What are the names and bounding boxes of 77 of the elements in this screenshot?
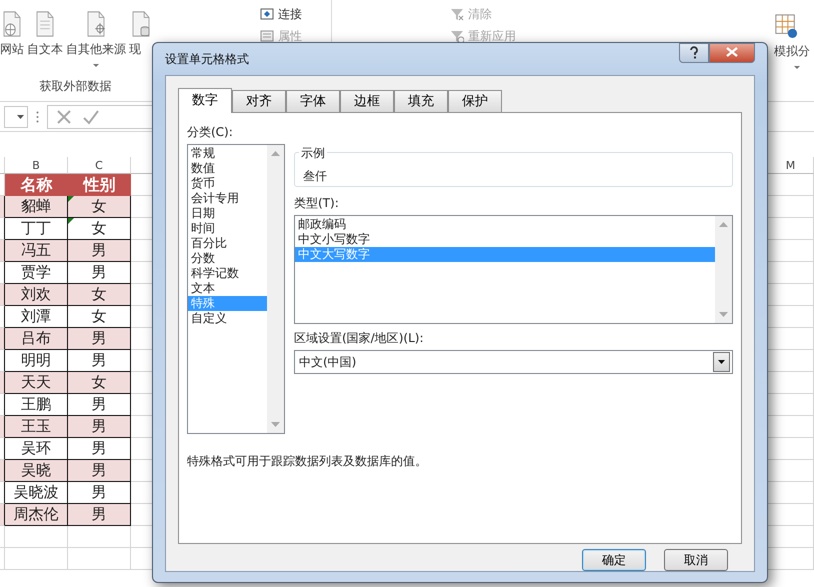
list-item[interactable]: 会计专用 [188, 191, 267, 206]
tab[interactable]: 填充 [394, 90, 448, 112]
dialog-button[interactable]: 确定 [582, 549, 646, 571]
close-button[interactable] [709, 43, 755, 63]
connection-icon [260, 8, 274, 20]
table-cell: 刘欢 [5, 284, 68, 306]
table-cell: 男 [68, 240, 131, 262]
help-button[interactable] [679, 43, 709, 63]
sample-value: 叁仟 [303, 169, 327, 183]
question-icon [689, 46, 699, 59]
table-cell: 周杰伦 [5, 504, 68, 526]
table-cell: 天天 [5, 372, 68, 394]
filter-clear-icon [450, 8, 464, 20]
table-cell: 男 [68, 416, 131, 438]
field-label: 类型(T): [294, 195, 340, 212]
list-item[interactable]: 邮政编码 [295, 217, 715, 232]
grip-icon [36, 110, 39, 122]
table-cell: 王玉 [5, 416, 68, 438]
list-item[interactable]: 货币 [188, 176, 267, 191]
table-cell: 男 [68, 460, 131, 482]
column-header: M [768, 157, 814, 174]
list-item[interactable]: 分数 [188, 251, 267, 266]
table-cell: 女 [68, 372, 131, 394]
table-cell: 男 [68, 328, 131, 350]
properties-icon [260, 30, 274, 42]
window-title: 设置单元格格式 [165, 51, 249, 68]
dropdown-arrow-icon [718, 360, 725, 364]
table-cell: 男 [68, 504, 131, 526]
field-label: 分类(C): [187, 124, 234, 141]
scroll-up-icon [719, 222, 728, 227]
name-box[interactable] [4, 106, 28, 128]
ribbon-button[interactable]: 连接 [258, 4, 325, 24]
list-item[interactable]: 自定义 [188, 311, 267, 326]
list-item[interactable]: 文本 [188, 281, 267, 296]
tab[interactable]: 保护 [448, 90, 502, 112]
cancel-icon [56, 108, 72, 124]
tab[interactable]: 数字 [178, 88, 232, 113]
table-header-cell: 性别 [68, 174, 131, 196]
check-icon [82, 108, 100, 124]
grid-question-icon [774, 12, 798, 40]
table-cell: 冯五 [5, 240, 68, 262]
list-item[interactable]: 时间 [188, 221, 267, 236]
tab[interactable]: 对齐 [232, 90, 286, 112]
scroll-down-icon [719, 312, 728, 317]
locale-dropdown[interactable]: 中文(中国) [294, 350, 733, 374]
column-header: B [5, 157, 68, 174]
table-header-cell: 名称 [5, 174, 68, 196]
tab[interactable]: 边框 [340, 90, 394, 112]
dropdown-arrow-icon [17, 114, 24, 118]
table-cell: 吴晓 [5, 460, 68, 482]
table-cell [5, 526, 68, 548]
table-cell [5, 548, 68, 570]
list-item[interactable]: 科学记数 [188, 266, 267, 281]
filter-refresh-icon [450, 30, 464, 42]
ribbon-button[interactable]: 模拟分 [774, 6, 814, 69]
ribbon-button[interactable]: 现 [129, 4, 153, 73]
scroll-down-icon [271, 422, 280, 427]
list-item[interactable]: 数值 [188, 161, 267, 176]
list-item[interactable]: 常规 [188, 146, 267, 161]
ribbon-button[interactable]: 自文本 [27, 4, 63, 73]
description-text: 特殊格式可用于跟踪数据列表及数据库的值。 [187, 453, 428, 470]
column-header: C [68, 157, 131, 174]
list-item[interactable]: 日期 [188, 206, 267, 221]
table-cell: 吕布 [5, 328, 68, 350]
field-label: 区域设置(国家/地区)(L): [294, 330, 424, 347]
ribbon-button[interactable]: 网站 [0, 4, 24, 73]
table-cell: 女 [68, 196, 131, 218]
list-item[interactable]: 中文小写数字 [295, 232, 715, 247]
dialog-button[interactable]: 取消 [664, 549, 728, 571]
ribbon-button[interactable]: 自其他来源 [66, 4, 126, 73]
column-header [0, 157, 5, 174]
group-label: 获取外部数据 [38, 78, 112, 95]
table-cell: 貂蝉 [5, 196, 68, 218]
table-cell: 女 [68, 284, 131, 306]
list-item[interactable]: 百分比 [188, 236, 267, 251]
close-icon [726, 47, 738, 58]
tab[interactable]: 字体 [286, 90, 340, 112]
